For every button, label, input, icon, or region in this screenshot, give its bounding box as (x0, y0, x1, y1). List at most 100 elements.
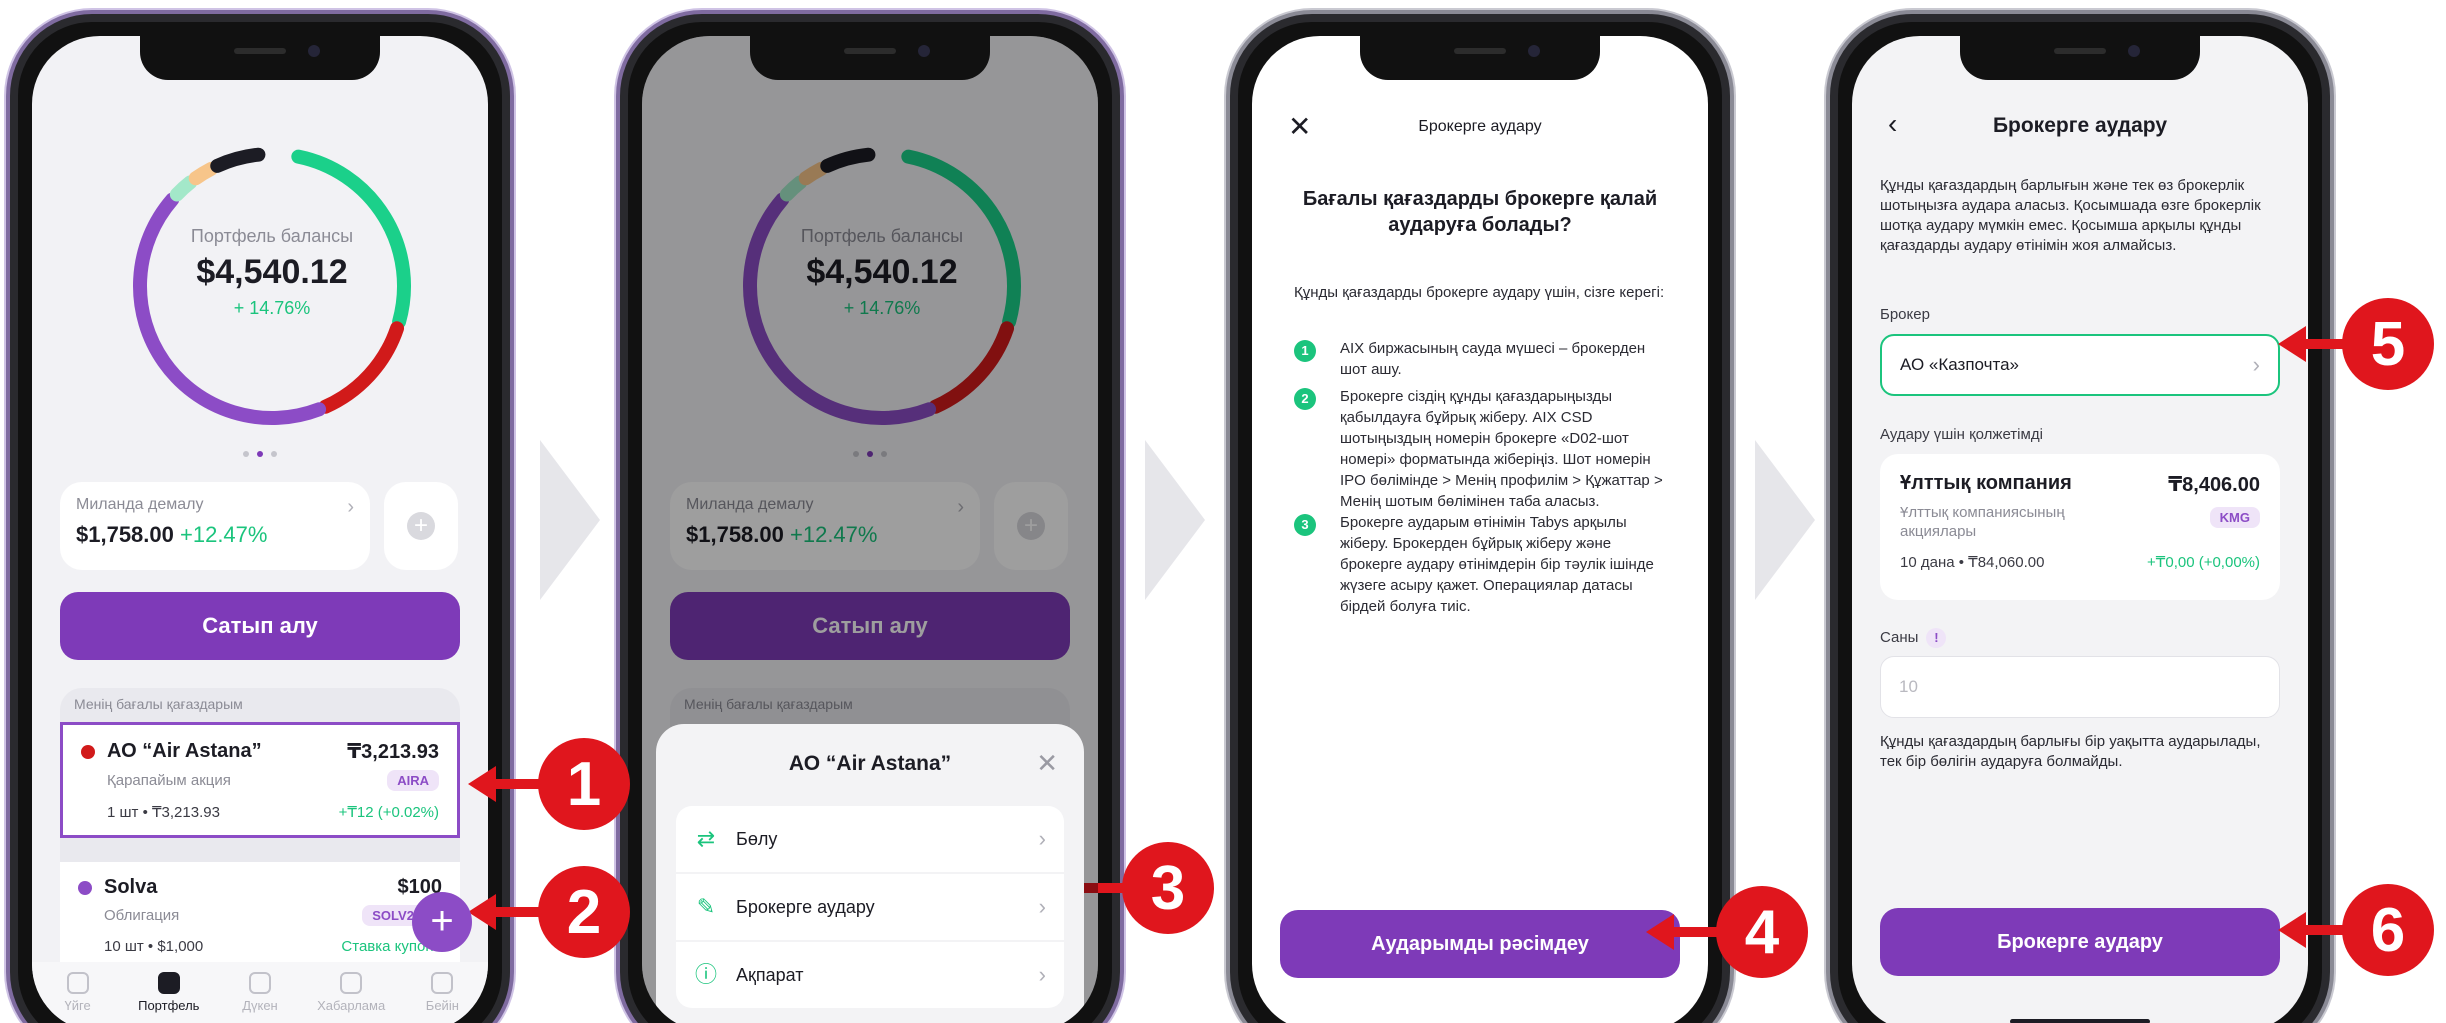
security-name: АО “Air Astana” (107, 740, 262, 762)
broker-select[interactable]: АО «Казпочта» › (1880, 334, 2280, 396)
shop-icon (248, 972, 271, 994)
tab-notifications[interactable]: Хабарлама (311, 972, 391, 1023)
company-price: ₸8,406.00 (2168, 474, 2260, 496)
bottom-tab-bar: Үйге Портфель Дүкен Хабарлама Бейін (32, 962, 488, 1023)
security-tag: AIRA (387, 770, 439, 791)
step-separator-chevron (540, 440, 600, 600)
security-qty: 10 шт • $1,000 (104, 938, 204, 955)
transfer-description: Құнды қағаздардың барлығын және тек өз б… (1880, 177, 2261, 254)
callout-4: 4 (1646, 886, 1808, 978)
sheet-option-info[interactable]: ⓘ Ақпарат › (676, 942, 1064, 1008)
securities-title: Менің бағалы қағаздарым (74, 696, 243, 712)
tab-portfolio[interactable]: Портфель (129, 972, 209, 1023)
transfer-note: Құнды қағаздардың барлығы бір уақытта ау… (1880, 733, 2261, 770)
action-sheet: АО “Air Astana” ✕ ⇄ Бөлу › ✎ Брокерге ау… (656, 724, 1084, 1023)
home-icon (66, 972, 89, 994)
broker-transfer-screen: ‹ Брокерге аудару Құнды қағаздардың барл… (1852, 36, 2308, 1023)
home-indicator (2010, 1019, 2150, 1023)
chevron-right-icon: › (1038, 962, 1046, 987)
instruction-step: 2 Брокерге сіздің құнды қағаздарыңызды қа… (1294, 386, 1672, 512)
milanda-value: $1,758.00 +12.47% (76, 522, 268, 547)
security-type: Облигация (104, 907, 180, 924)
arrow-left-icon (468, 766, 496, 802)
page-title: Брокерге аудару (1418, 118, 1542, 135)
option-label: Ақпарат (736, 964, 804, 985)
phone-notch (1360, 36, 1600, 80)
instructions-heading: Бағалы қағаздарды брокерге қалай аударуғ… (1302, 188, 1658, 236)
profile-icon (431, 972, 454, 994)
option-label: Брокерге аудару (736, 896, 875, 917)
sheet-title: АО “Air Astana” (788, 752, 952, 775)
edit-icon: ✎ (696, 894, 716, 919)
callout-badge: 6 (2342, 884, 2434, 976)
instructions-intro: Құнды қағаздарды брокерге аудару үшін, с… (1294, 284, 1665, 301)
arrow-left-icon (468, 894, 496, 930)
portfolio-balance: Портфель балансы $4,540.12 + 14.76% (122, 226, 422, 319)
step-separator-chevron (1145, 440, 1205, 600)
arrow-left-icon (2278, 326, 2306, 362)
security-qty: 1 шт • ₸3,213.93 (107, 804, 220, 821)
arrow-left-icon (2278, 912, 2306, 948)
arrow-left-icon (1646, 914, 1674, 950)
milanda-card[interactable]: Миланда демалу $1,758.00 +12.47% › (60, 482, 370, 570)
company-gain: +₸0,00 (+0,00%) (2147, 554, 2260, 571)
donut-segment (188, 161, 219, 186)
option-label: Бөлу (736, 828, 778, 849)
add-card-button[interactable]: + (384, 482, 458, 570)
broker-label: Брокер (1880, 306, 1930, 323)
tutorial-canvas: Портфель балансы $4,540.12 + 14.76% Мила… (0, 0, 2446, 1023)
sheet-option-broker-transfer[interactable]: ✎ Брокерге аудару › (676, 874, 1064, 940)
step-separator-chevron (1755, 440, 1815, 600)
portfolio-screen-dimmed: Портфель балансы $4,540.12 + 14.76% Мила… (642, 36, 1098, 1023)
quantity-input[interactable]: 10 (1880, 656, 2280, 718)
phone-notch (140, 36, 380, 80)
close-icon[interactable]: ✕ (1036, 748, 1058, 779)
callout-badge: 4 (1716, 886, 1808, 978)
tab-shop[interactable]: Дүкен (220, 972, 300, 1023)
page-title: Брокерге аудару (1992, 114, 2168, 137)
security-gain: +₸12 (+0.02%) (338, 804, 439, 821)
callout-6: 6 (2278, 884, 2434, 976)
page-indicator (32, 451, 488, 457)
balance-value: $4,540.12 (196, 253, 348, 291)
security-price: ₸3,213.93 (347, 741, 439, 763)
phone-broker-transfer: ‹ Брокерге аудару Құнды қағаздардың барл… (1830, 14, 2330, 1023)
instruction-step: 3 Брокерге аударым өтінімін Tabys арқылы … (1294, 512, 1672, 617)
donut-segment (210, 147, 266, 173)
chat-icon (340, 972, 363, 994)
step-number-badge: 1 (1294, 340, 1316, 362)
step-number-badge: 2 (1294, 388, 1316, 410)
chevron-right-icon: › (1038, 826, 1046, 851)
tab-home[interactable]: Үйге (38, 972, 118, 1023)
security-dot (81, 744, 95, 759)
balance-change: + 14.76% (233, 298, 311, 318)
milanda-label: Миланда демалу (76, 496, 204, 513)
security-item-solva[interactable]: Solva $100 Облигация SOLV2.02 10 шт • $1… (60, 862, 460, 969)
instruction-step: 1 AIX биржасының сауда мүшесі – брокерден… (1294, 338, 1672, 380)
company-qty: 10 дана • ₸84,060.00 (1900, 554, 2045, 571)
callout-1: 1 (468, 738, 630, 830)
portfolio-screen: Портфель балансы $4,540.12 + 14.76% Мила… (32, 36, 488, 1023)
shuffle-icon: ⇄ (696, 826, 716, 851)
phone-action-sheet: Портфель балансы $4,540.12 + 14.76% Мила… (620, 14, 1120, 1023)
callout-2: 2 (468, 866, 630, 958)
chevron-right-icon: › (1038, 894, 1046, 919)
company-subtitle: Ұлттық компаниясының акциялары (1900, 504, 2065, 540)
phone-notch (1960, 36, 2200, 80)
info-icon: ⓘ (694, 962, 717, 987)
instructions-screen: ✕ Брокерге аудару Бағалы қағаздарды брок… (1252, 36, 1708, 1023)
available-security-card: Ұлттық компания ₸8,406.00 Ұлттық компани… (1880, 454, 2280, 600)
buy-button[interactable]: Сатып алу (60, 592, 460, 660)
callout-badge: 3 (1122, 842, 1214, 934)
broker-transfer-button[interactable]: Брокерге аудару (1880, 908, 2280, 976)
process-transfer-button[interactable]: Аударымды рәсімдеу (1280, 910, 1680, 978)
tab-profile[interactable]: Бейін (402, 972, 482, 1023)
callout-5: 5 (2278, 298, 2434, 390)
phone-portfolio: Портфель балансы $4,540.12 + 14.76% Мила… (10, 14, 510, 1023)
chevron-right-icon: › (2252, 352, 2260, 377)
security-item-air-astana[interactable]: АО “Air Astana” ₸3,213.93 Қарапайым акци… (60, 722, 460, 838)
sheet-option-split[interactable]: ⇄ Бөлу › (676, 806, 1064, 872)
add-fab-button[interactable]: + (412, 892, 472, 952)
info-icon[interactable]: ! (1926, 628, 1947, 648)
chevron-right-icon: › (347, 496, 354, 518)
